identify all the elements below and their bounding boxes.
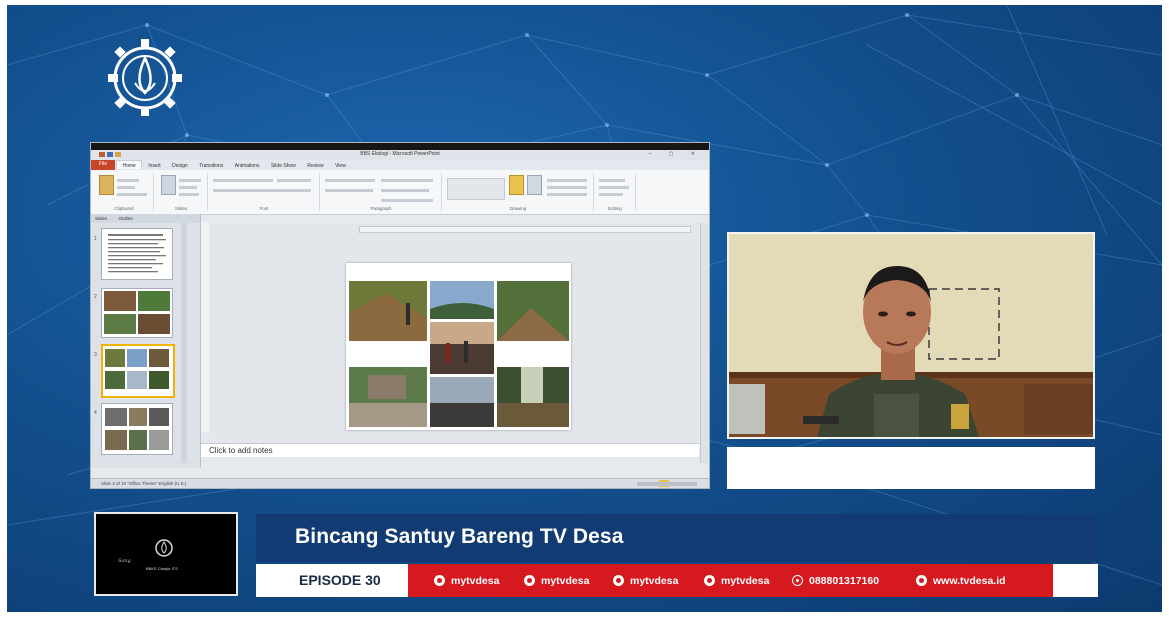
tab-transitions[interactable]: Transitions [194,161,228,169]
tab-view[interactable]: View [330,161,351,169]
slide-number: 4 [94,410,97,416]
show-title: Bincang Santuy Bareng TV Desa [295,525,624,548]
lower-third-thumbnail: Sang BBKS Cianjur ITS [94,512,238,596]
tab-file[interactable]: File [91,160,116,170]
social-whatsapp: 088801317160 [792,564,879,597]
slides-pane-scrollbar[interactable] [181,223,187,463]
emblem-icon [155,539,173,557]
arrange-icon[interactable] [509,175,524,195]
tab-insert[interactable]: Insert [143,161,166,169]
web-icon [916,575,927,586]
ribbon-tabs: File Home Insert Design Transitions Anim… [91,160,709,170]
thumbnail-caption: BBKS Cianjur ITS [146,566,178,571]
group-label-editing: Editing [608,206,622,211]
slide-photo-collage [349,281,569,427]
tab-slide-show[interactable]: Slide Show [266,161,301,169]
webcam-feed [727,232,1095,439]
horizontal-ruler [359,226,691,233]
social-label: mytvdesa [541,574,590,587]
notes-pane[interactable]: Click to add notes [201,443,699,457]
webcam-caption-panel [727,447,1095,489]
window-top-strip [91,143,709,150]
title-bar: BBS Ekologi - Microsoft PowerPoint – ▢ ✕ [91,150,709,160]
social-label: 088801317160 [809,574,880,587]
social-facebook: mytvdesa [434,564,499,597]
screen-share-window: BBS Ekologi - Microsoft PowerPoint – ▢ ✕… [90,142,710,489]
editor-scrollbar[interactable] [700,223,709,463]
social-youtube: mytvdesa [704,564,769,597]
facebook-icon [434,575,445,586]
speaker-video [729,234,1093,437]
broadcast-frame: BBS Ekologi - Microsoft PowerPoint – ▢ ✕… [7,5,1162,612]
window-title: BBS Ekologi - Microsoft PowerPoint [360,151,440,157]
window-controls[interactable]: – ▢ ✕ [649,151,703,157]
photo-slide-preview [105,408,169,450]
ribbon-group-font: Font [209,173,320,211]
group-label-clipboard: Clipboard [114,206,134,211]
ribbon-group-clipboard: Clipboard [95,173,154,211]
workspace: Slides Outline 1 2 3 4 Click to add note… [91,214,709,468]
slide-thumbnail-1[interactable] [101,228,173,280]
social-label: mytvdesa [721,574,770,587]
episode-label: EPISODE 30 [299,572,381,588]
slide-number: 2 [94,294,97,300]
group-label-slides: Slides [174,206,188,211]
social-website: www.tvdesa.id [916,564,1006,597]
youtube-icon [704,575,715,586]
social-label: mytvdesa [630,574,679,587]
signature: Sang [118,558,131,564]
status-text: Slide 3 of 15 "Office Theme" English (U.… [101,481,187,486]
paste-icon[interactable] [99,175,114,195]
group-label-font: Font [259,206,269,211]
slide-thumbnail-2[interactable] [101,288,173,338]
slide-editing-area[interactable] [209,223,699,443]
photo-slide-preview [105,349,169,389]
group-label-drawing: Drawing [509,206,527,211]
slide-thumbnail-3-selected[interactable] [101,344,175,398]
slide-number: 1 [94,236,97,242]
its-emblem-logo [108,39,182,116]
current-slide[interactable] [346,263,571,430]
tab-outline[interactable]: Outline [119,216,133,221]
slide-number: 3 [94,352,97,358]
quick-styles-icon[interactable] [527,175,542,195]
tab-animations[interactable]: Animations [230,161,265,169]
tab-design[interactable]: Design [167,161,193,169]
slides-pane: Slides Outline 1 2 3 4 [91,214,201,468]
social-instagram: mytvdesa [524,564,589,597]
text-slide-preview [108,234,166,273]
ribbon: Clipboard Slides Font Paragraph Drawing … [91,170,709,215]
ribbon-group-slides: Slides [155,173,208,211]
whatsapp-icon [792,575,803,586]
photo-slide-preview [104,291,170,334]
twitter-icon [613,575,624,586]
ribbon-group-paragraph: Paragraph [321,173,442,211]
slide-thumbnail-4[interactable] [101,403,173,455]
status-bar: Slide 3 of 15 "Office Theme" English (U.… [91,478,709,488]
social-twitter: mytvdesa [613,564,678,597]
social-label: mytvdesa [451,574,500,587]
social-label: www.tvdesa.id [933,574,1006,587]
ribbon-group-editing: Editing [595,173,636,211]
zoom-slider[interactable] [637,482,697,486]
ribbon-group-drawing: Drawing [443,173,594,211]
new-slide-icon[interactable] [161,175,176,195]
instagram-icon [524,575,535,586]
slides-pane-tabs: Slides Outline [91,214,200,223]
tab-slides[interactable]: Slides [95,216,107,221]
tab-home[interactable]: Home [116,160,142,169]
group-label-paragraph: Paragraph [370,206,392,211]
tab-review[interactable]: Review [302,161,328,169]
